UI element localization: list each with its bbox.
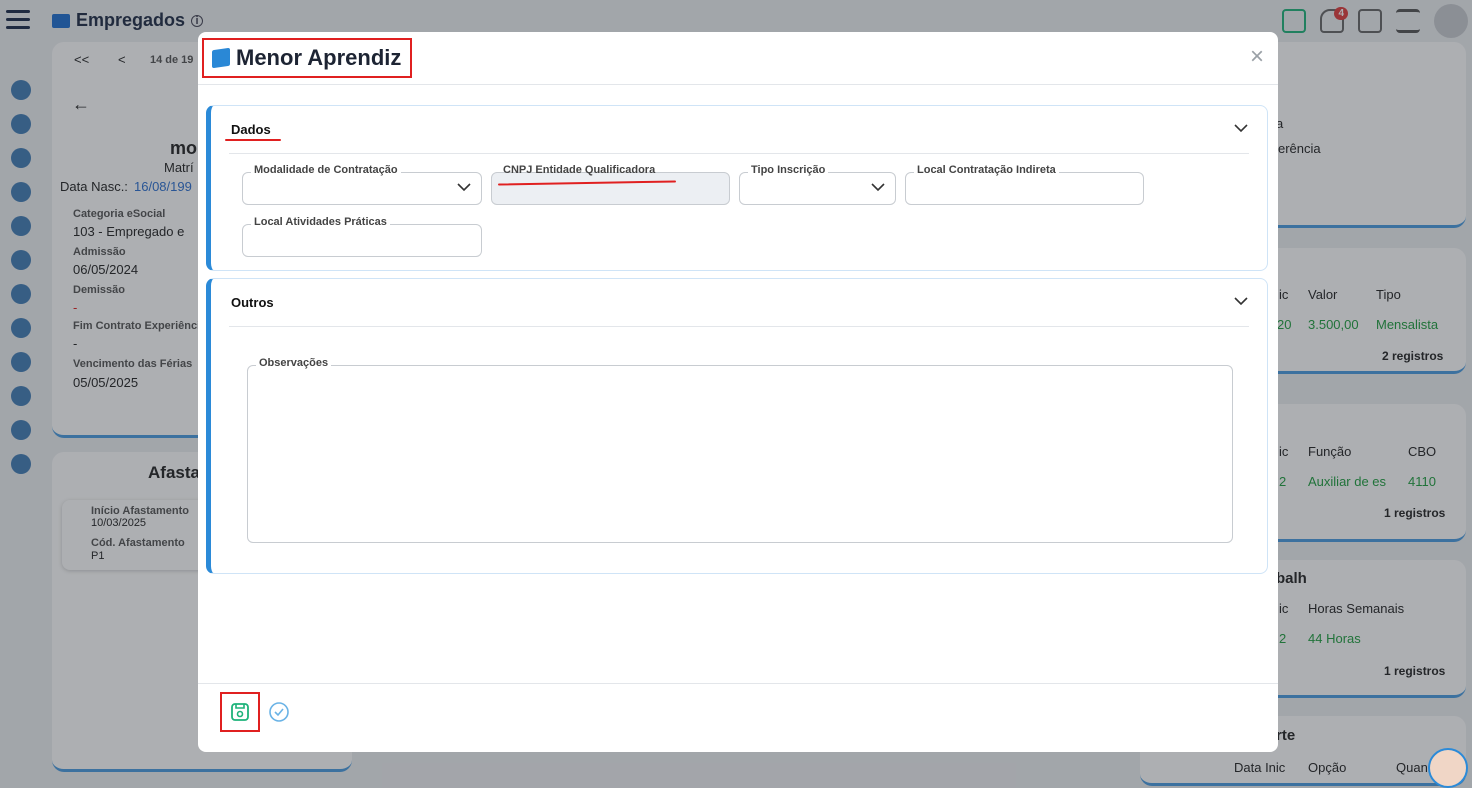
chevron-down-icon [457, 179, 471, 195]
cnpj-label: CNPJ Entidade Qualificadora [503, 164, 656, 176]
chevron-down-icon [871, 179, 885, 195]
section-dados-title[interactable]: Dados [231, 122, 271, 137]
cnpj-entidade-field: CNPJ Entidade Qualificadora [491, 164, 730, 205]
observacoes-textarea[interactable]: Observações [247, 357, 1233, 543]
section-dados: Dados Modalidade de Contratação CNPJ Ent… [206, 105, 1268, 271]
modalidade-label: Modalidade de Contratação [251, 164, 401, 176]
confirm-button[interactable] [268, 701, 290, 723]
save-button[interactable] [220, 692, 260, 732]
modal-title: Menor Aprendiz [236, 45, 402, 70]
local-indireta-label: Local Contratação Indireta [914, 164, 1059, 176]
chevron-down-icon[interactable] [1231, 291, 1251, 311]
book-icon [212, 47, 230, 69]
tipo-inscricao-select[interactable]: Tipo Inscrição [739, 164, 896, 205]
highlight-underline [225, 139, 281, 141]
section-outros: Outros Observações [206, 278, 1268, 574]
chevron-down-icon[interactable] [1231, 118, 1251, 138]
local-atividades-praticas-field[interactable]: Local Atividades Práticas [242, 216, 482, 257]
tipo-inscricao-label: Tipo Inscrição [748, 164, 829, 176]
modal-title-box: Menor Aprendiz [202, 38, 412, 78]
modal-header: Menor Aprendiz × [198, 32, 1278, 85]
assistant-avatar[interactable] [1428, 748, 1468, 788]
divider [229, 326, 1249, 327]
close-icon[interactable]: × [1250, 45, 1264, 69]
divider [229, 153, 1249, 154]
local-atividades-label: Local Atividades Práticas [251, 216, 390, 228]
menor-aprendiz-modal: Menor Aprendiz × Dados Modalidade de Con… [198, 32, 1278, 752]
check-circle-icon [269, 702, 289, 722]
modal-footer [198, 683, 1278, 752]
local-contratacao-indireta-field[interactable]: Local Contratação Indireta [905, 164, 1144, 205]
modalidade-contratacao-select[interactable]: Modalidade de Contratação [242, 164, 482, 205]
section-outros-title[interactable]: Outros [231, 295, 274, 310]
save-icon [231, 703, 249, 721]
observacoes-label: Observações [256, 357, 332, 369]
